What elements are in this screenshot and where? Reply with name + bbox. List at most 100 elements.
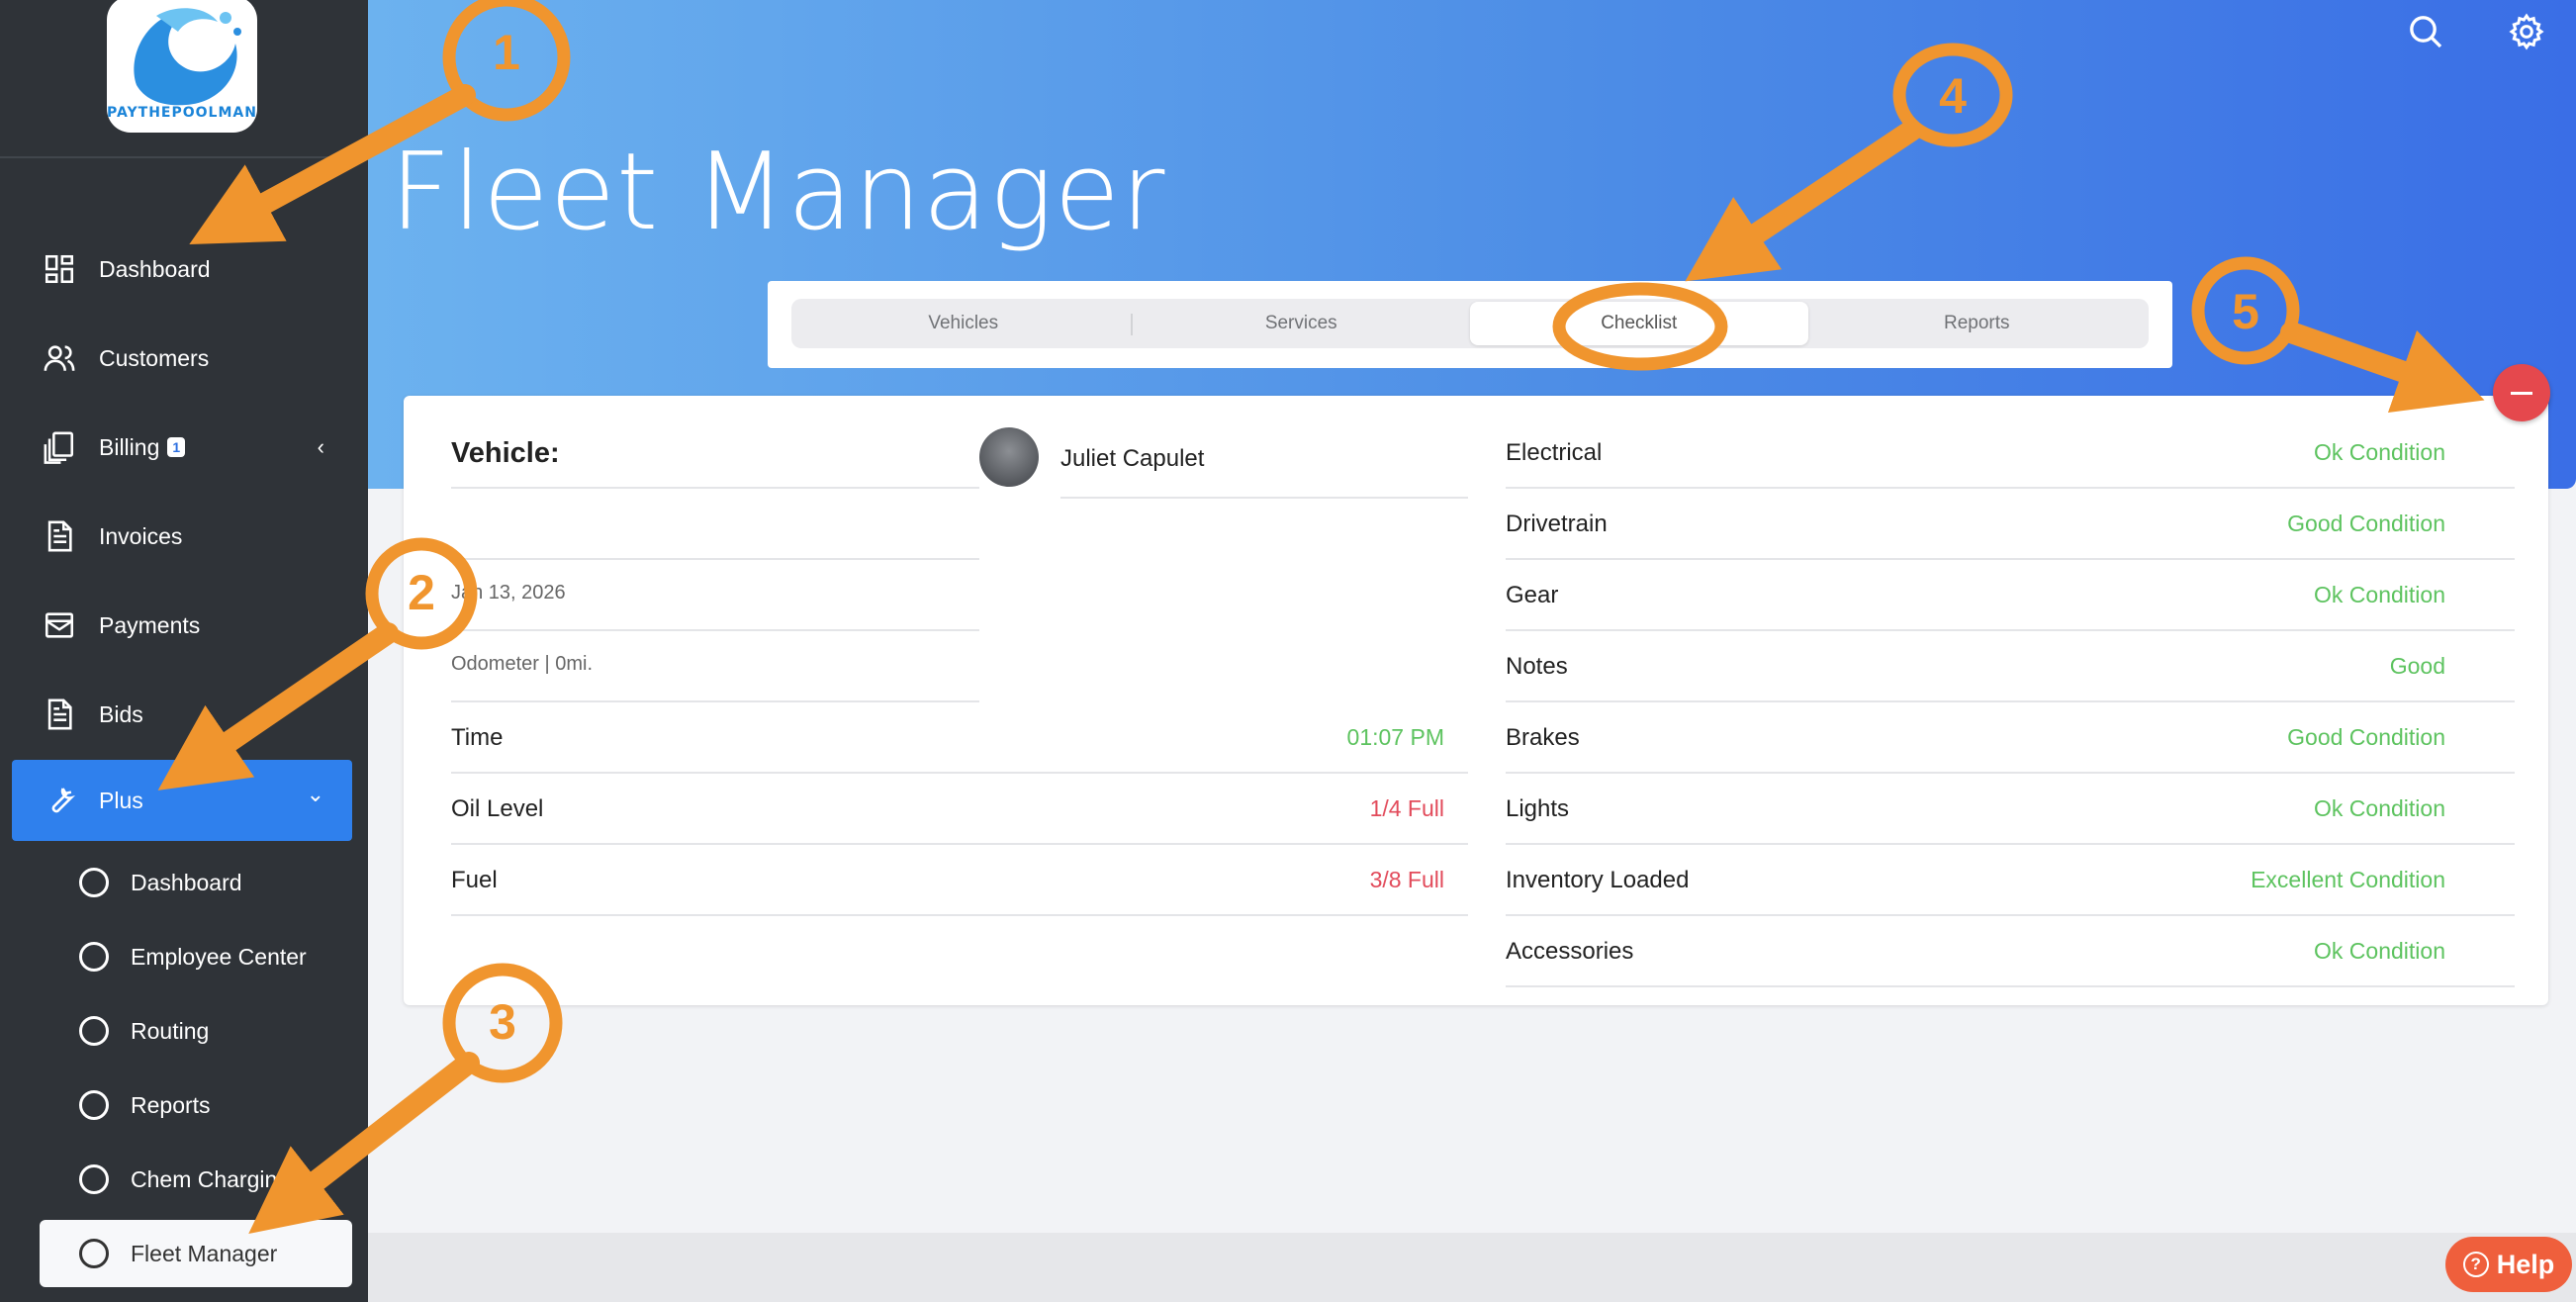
tab-bar: Vehicles Services Checklist Reports: [768, 281, 2172, 368]
chevron-down-icon[interactable]: ⌄: [307, 782, 324, 807]
close-button[interactable]: [2493, 364, 2550, 421]
payments-icon: [42, 607, 77, 643]
divider: [1506, 772, 2515, 774]
divider: [1506, 700, 2515, 702]
gear-icon[interactable]: [2507, 12, 2546, 51]
sidebar-item-label: Bids: [99, 700, 143, 727]
checklist-value-drivetrain: Good Condition: [2287, 511, 2445, 536]
divider: [451, 700, 979, 702]
sidebar-item-billing[interactable]: Billing 1 ‹: [12, 407, 352, 488]
sidebar-item-label: Billing: [99, 433, 160, 460]
detail-label-fuel: Fuel: [451, 867, 498, 893]
checklist-label-drivetrain: Drivetrain: [1506, 511, 1608, 537]
detail-label-time: Time: [451, 724, 504, 751]
sidebar-item-customers[interactable]: Customers: [12, 318, 352, 399]
annotation-label-1: 1: [493, 25, 520, 80]
detail-value-time: 01:07 PM: [1346, 724, 1444, 750]
divider: [1506, 487, 2515, 489]
question-icon: ?: [2462, 1252, 2489, 1277]
checklist-value-lights: Ok Condition: [2314, 795, 2445, 821]
circle-icon: [79, 1164, 109, 1194]
checklist-label-electrical: Electrical: [1506, 439, 1603, 466]
subnav-item-chem-charging[interactable]: Chem Charging: [40, 1146, 352, 1213]
divider: [451, 629, 979, 631]
sidebar-item-label: Payments: [99, 611, 201, 638]
divider: [1506, 629, 2515, 631]
divider: [1506, 914, 2515, 916]
divider: [1506, 843, 2515, 845]
divider: [451, 487, 979, 489]
subnav-item-routing[interactable]: Routing: [40, 997, 352, 1065]
sidebar-item-label: Customers: [99, 344, 210, 371]
record-date: Jan 13, 2026: [451, 582, 566, 604]
circle-icon: [79, 1016, 109, 1046]
billing-icon: [42, 429, 77, 465]
employee-name: Juliet Capulet: [1060, 445, 1205, 472]
divider: [1060, 497, 1468, 499]
tab-reports[interactable]: Reports: [1808, 302, 2147, 345]
tab-services[interactable]: Services: [1133, 302, 1471, 345]
checklist-label-gear: Gear: [1506, 582, 1559, 608]
circle-icon: [79, 1090, 109, 1120]
sidebar-item-dashboard[interactable]: Dashboard: [12, 229, 352, 310]
annotation-label-3: 3: [489, 994, 516, 1050]
checklist-label-lights: Lights: [1506, 795, 1570, 822]
sidebar-item-plus[interactable]: Plus ⌄: [12, 760, 352, 841]
vehicle-label: Vehicle:: [451, 437, 560, 469]
annotation-label-2: 2: [408, 565, 435, 620]
detail-value-fuel: 3/8 Full: [1369, 867, 1444, 892]
avatar: [979, 427, 1039, 487]
subnav-item-label: Fleet Manager: [131, 1240, 278, 1266]
dashboard-icon: [42, 251, 77, 287]
subnav-item-reports[interactable]: Reports: [40, 1071, 352, 1139]
checklist-value-accessories: Ok Condition: [2314, 938, 2445, 964]
help-button[interactable]: ? Help: [2445, 1237, 2572, 1292]
search-icon[interactable]: [2406, 12, 2445, 51]
odometer: Odometer | 0mi.: [451, 653, 594, 675]
sidebar-item-invoices[interactable]: Invoices: [12, 496, 352, 577]
segmented-control: Vehicles Services Checklist Reports: [791, 299, 2149, 348]
sidebar-item-label: Plus: [99, 787, 143, 813]
divider: [451, 772, 1468, 774]
app-logo[interactable]: PAYTHEPOOLMAN: [107, 0, 257, 133]
checklist-label-brakes: Brakes: [1506, 724, 1580, 751]
checklist-value-gear: Ok Condition: [2314, 582, 2445, 607]
subnav-item-label: Dashboard: [131, 869, 242, 895]
tab-checklist[interactable]: Checklist: [1470, 302, 1808, 345]
divider: [451, 914, 1468, 916]
divider: [451, 558, 979, 560]
divider: [1506, 558, 2515, 560]
checklist-value-notes: Good: [2389, 653, 2445, 679]
subnav-item-label: Employee Center: [131, 943, 307, 970]
sidebar-item-label: Dashboard: [99, 255, 211, 282]
annotation-label-4: 4: [1939, 68, 1967, 124]
subnav-item-label: Chem Charging: [131, 1165, 291, 1192]
sidebar: PAYTHEPOOLMAN Dashboard Customers Billin…: [0, 0, 368, 1302]
checklist-value-electrical: Ok Condition: [2314, 439, 2445, 465]
checklist-value-inventory-loaded: Excellent Condition: [2251, 867, 2445, 892]
subnav-item-dashboard[interactable]: Dashboard: [40, 849, 352, 916]
circle-icon: [79, 868, 109, 897]
sidebar-item-bids[interactable]: Bids: [12, 674, 352, 755]
sidebar-item-payments[interactable]: Payments: [12, 585, 352, 666]
divider: [451, 843, 1468, 845]
chevron-left-icon[interactable]: ‹: [318, 434, 324, 460]
checklist-label-accessories: Accessories: [1506, 938, 1634, 965]
subnav-item-employee-center[interactable]: Employee Center: [40, 923, 352, 990]
wrench-icon: [42, 783, 77, 818]
users-icon: [42, 340, 77, 376]
detail-label-oil-level: Oil Level: [451, 795, 544, 822]
minus-icon: [2511, 391, 2532, 395]
logo-wordmark: PAYTHEPOOLMAN: [107, 105, 257, 121]
detail-value-oil-level: 1/4 Full: [1369, 795, 1444, 821]
tab-vehicles[interactable]: Vehicles: [794, 302, 1133, 345]
subnav-item-label: Reports: [131, 1091, 211, 1118]
annotation-label-5: 5: [2232, 284, 2259, 339]
subnav-item-fleet-manager[interactable]: Fleet Manager: [40, 1220, 352, 1287]
footer-bar: [368, 1233, 2576, 1302]
document-icon: [42, 518, 77, 554]
circle-icon: [79, 942, 109, 972]
help-label: Help: [2496, 1249, 2555, 1279]
subnav-item-label: Routing: [131, 1017, 210, 1044]
sidebar-divider: [0, 156, 368, 158]
